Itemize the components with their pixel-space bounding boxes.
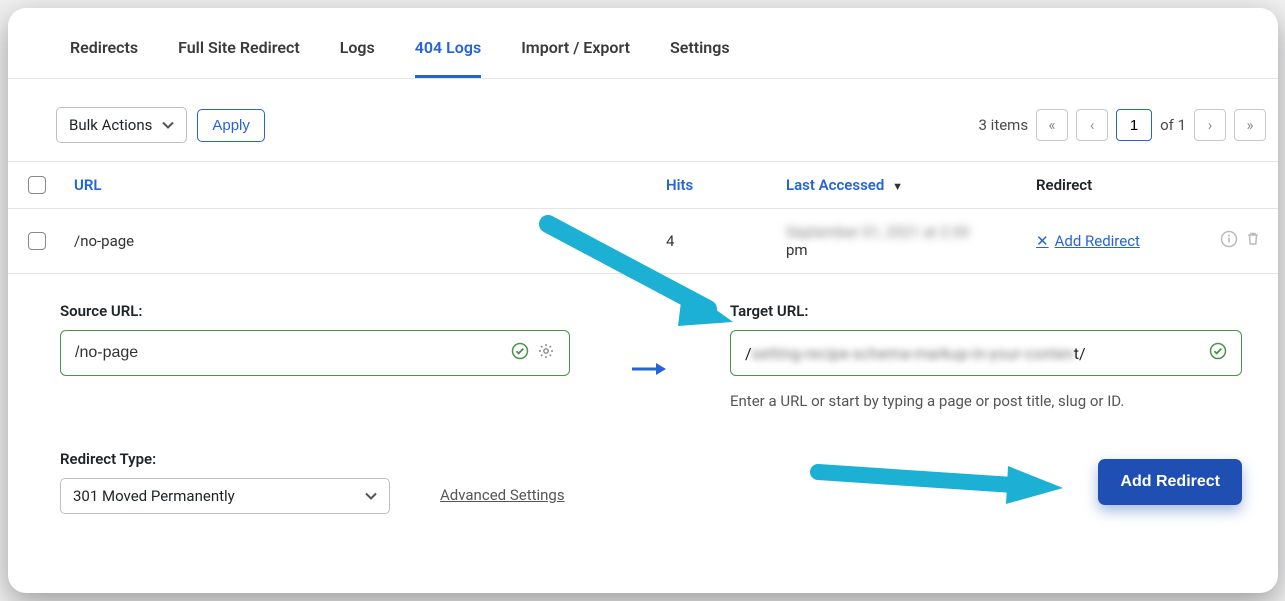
tab-settings[interactable]: Settings: [670, 38, 730, 78]
tab-bar: Redirects Full Site Redirect Logs 404 Lo…: [8, 8, 1278, 79]
target-url-suffix: t/: [1074, 344, 1086, 363]
row-url: /no-page: [74, 232, 666, 250]
target-url-prefix: /: [745, 344, 752, 363]
trash-icon[interactable]: [1244, 230, 1262, 252]
page-input[interactable]: [1116, 109, 1152, 141]
last-page-button[interactable]: »: [1234, 109, 1266, 141]
table-header: URL Hits Last Accessed ▼ Redirect: [8, 162, 1278, 209]
logs-table: URL Hits Last Accessed ▼ Redirect /no-pa…: [8, 161, 1278, 274]
tab-import-export[interactable]: Import / Export: [521, 38, 630, 78]
bulk-actions-select[interactable]: Bulk Actions: [56, 107, 187, 143]
tab-redirects[interactable]: Redirects: [70, 38, 138, 78]
info-icon[interactable]: [1220, 230, 1238, 252]
col-hits[interactable]: Hits: [666, 176, 786, 194]
apply-button[interactable]: Apply: [197, 109, 265, 142]
chevron-down-icon: [162, 121, 174, 129]
redirect-icon: ✕: [1036, 232, 1049, 250]
next-page-button[interactable]: ›: [1194, 109, 1226, 141]
select-all-checkbox[interactable]: [28, 176, 46, 194]
pagination: 3 items « ‹ of 1 › »: [979, 109, 1266, 141]
bulk-actions-label: Bulk Actions: [69, 116, 152, 134]
col-url[interactable]: URL: [74, 176, 666, 194]
redirect-type-value: 301 Moved Permanently: [73, 487, 235, 505]
items-count: 3 items: [979, 116, 1029, 134]
add-redirect-button[interactable]: Add Redirect: [1098, 459, 1242, 505]
check-circle-icon: [1209, 342, 1227, 364]
redirect-type-label: Redirect Type:: [60, 450, 390, 468]
col-last-accessed[interactable]: Last Accessed ▼: [786, 176, 1036, 194]
target-url-value-blurred: setting-recipe-schema-markup-in-your-con…: [752, 344, 1074, 363]
source-url-label: Source URL:: [60, 302, 570, 320]
col-redirect: Redirect: [1036, 176, 1206, 194]
arrow-right-icon: [630, 356, 670, 384]
redirect-type-select[interactable]: 301 Moved Permanently: [60, 478, 390, 514]
first-page-button[interactable]: «: [1036, 109, 1068, 141]
row-last-accessed: September 01, 2021 at 2:30 pm: [786, 223, 1036, 259]
check-circle-icon: [511, 342, 529, 364]
row-actions: [1206, 230, 1266, 252]
row-hits: 4: [666, 232, 786, 250]
target-url-input-wrap[interactable]: / setting-recipe-schema-markup-in-your-c…: [730, 330, 1242, 376]
source-url-input[interactable]: [75, 344, 511, 362]
tab-full-site-redirect[interactable]: Full Site Redirect: [178, 38, 300, 78]
gear-icon[interactable]: [537, 342, 555, 364]
redirect-form: Source URL: Target URL: [8, 274, 1278, 532]
row-checkbox[interactable]: [28, 232, 46, 250]
app-window: Redirects Full Site Redirect Logs 404 Lo…: [8, 8, 1278, 593]
chevron-down-icon: [365, 492, 377, 500]
sort-desc-icon: ▼: [892, 180, 903, 193]
target-url-helper: Enter a URL or start by typing a page or…: [730, 392, 1242, 410]
target-url-label: Target URL:: [730, 302, 1242, 320]
tab-logs[interactable]: Logs: [340, 38, 375, 78]
of-pages-label: of 1: [1160, 116, 1186, 134]
prev-page-button[interactable]: ‹: [1076, 109, 1108, 141]
toolbar: Bulk Actions Apply 3 items « ‹ of 1 › »: [8, 79, 1278, 161]
advanced-settings-link[interactable]: Advanced Settings: [440, 486, 565, 504]
table-row: /no-page 4 September 01, 2021 at 2:30 pm…: [8, 209, 1278, 273]
source-url-input-wrap[interactable]: [60, 330, 570, 376]
tab-404-logs[interactable]: 404 Logs: [415, 38, 481, 78]
add-redirect-link[interactable]: ✕ Add Redirect: [1036, 232, 1140, 250]
